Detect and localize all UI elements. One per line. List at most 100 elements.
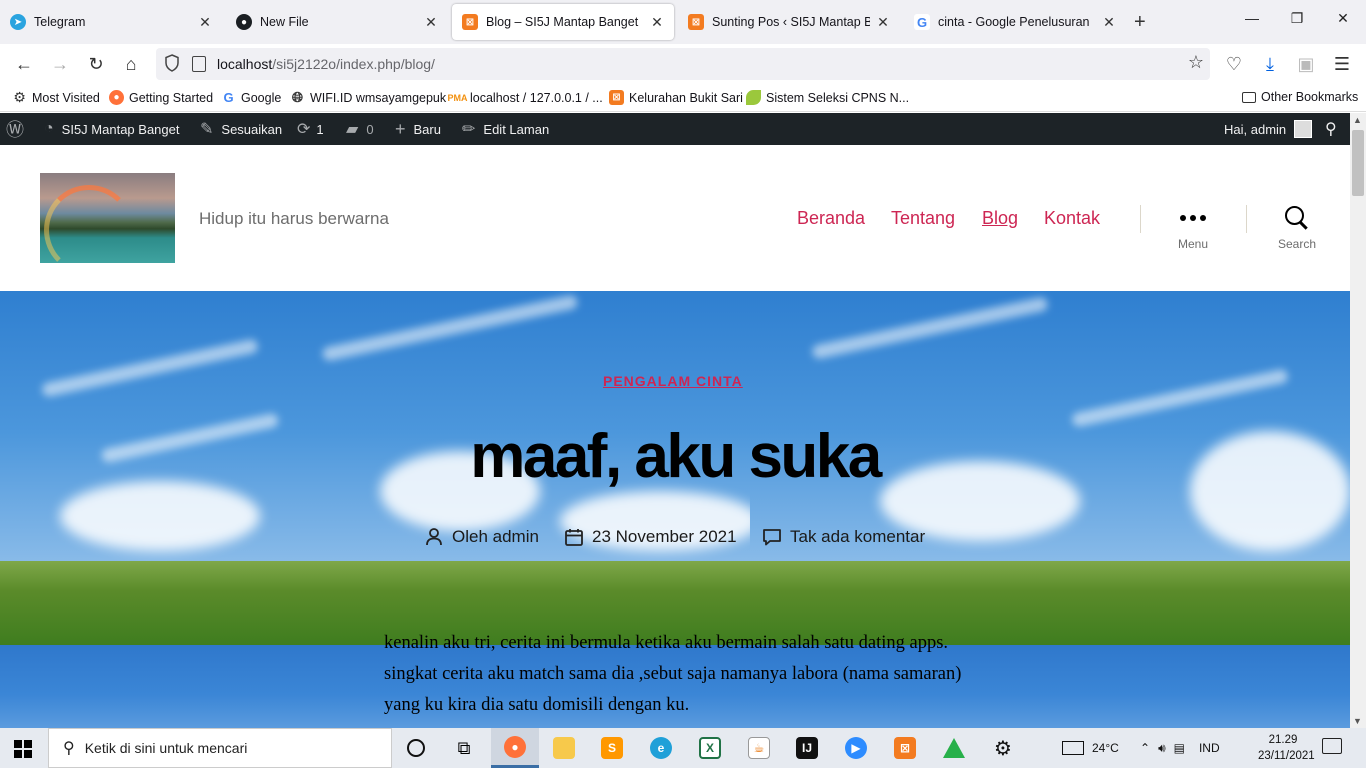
page-scrollbar[interactable]: ▲ ▼ bbox=[1350, 113, 1366, 728]
bookmark-phpmyadmin[interactable]: PMA localhost / 127.0.0.1 / ... bbox=[447, 90, 603, 105]
nav-kontak[interactable]: Kontak bbox=[1044, 208, 1100, 229]
close-icon[interactable]: ✕ bbox=[424, 14, 438, 31]
browser-tab-strip: ➤ Telegram ✕ ● New File ✕ ⊠ Blog – SI5J … bbox=[0, 0, 1366, 44]
bookmark-label: Sistem Seleksi CPNS N... bbox=[766, 90, 910, 105]
bookmark-wifi-id[interactable]: 🌐︎ WIFI.ID wmsayamgepuk bbox=[290, 89, 446, 105]
taskbar-file-explorer[interactable] bbox=[540, 728, 588, 768]
new-content-button[interactable]: + Baru bbox=[395, 113, 441, 145]
globe-icon: 🌐︎ bbox=[291, 89, 304, 105]
taskbar-clock[interactable]: 21.29 23/11/2021 bbox=[1258, 732, 1315, 764]
volume-icon[interactable]: 🔊︎ bbox=[1158, 741, 1166, 756]
taskbar-firefox[interactable]: ● bbox=[491, 728, 539, 768]
taskbar-settings[interactable]: ⚙ bbox=[979, 728, 1027, 768]
tab-blog[interactable]: ⊠ Blog – SI5J Mantap Banget ✕ bbox=[452, 4, 674, 40]
bookmark-label: Other Bookmarks bbox=[1261, 90, 1359, 104]
bookmark-kelurahan[interactable]: ⊠ Kelurahan Bukit Sari bbox=[609, 90, 743, 105]
pocket-icon[interactable]: ♡ bbox=[1222, 52, 1246, 76]
nav-blog[interactable]: Blog bbox=[982, 208, 1018, 229]
my-account-button[interactable]: Hai, admin bbox=[1224, 113, 1313, 145]
nav-beranda[interactable]: Beranda bbox=[797, 208, 865, 229]
nav-tentang[interactable]: Tentang bbox=[891, 208, 955, 229]
wordpress-logo-button[interactable]: Ⓦ bbox=[6, 113, 32, 145]
site-tagline: Hidup itu harus berwarna bbox=[199, 209, 389, 228]
edit-page-button[interactable]: ✏ Edit Laman bbox=[462, 113, 549, 145]
tab-sunting-pos[interactable]: ⊠ Sunting Pos ‹ SI5J Mantap Bang ✕ bbox=[678, 4, 900, 40]
site-logo[interactable] bbox=[40, 173, 175, 263]
post-category-link[interactable]: PENGALAM CINTA bbox=[603, 373, 743, 389]
tab-telegram[interactable]: ➤ Telegram ✕ bbox=[0, 4, 222, 40]
taskbar-xampp[interactable]: ⊠ bbox=[881, 728, 929, 768]
task-view-icon: ⧉ bbox=[457, 737, 471, 758]
search-toggle-button[interactable]: Search bbox=[1257, 203, 1337, 251]
post-author[interactable]: Oleh admin bbox=[424, 527, 539, 547]
taskbar-intellij[interactable]: IJ bbox=[783, 728, 831, 768]
close-icon[interactable]: ✕ bbox=[1102, 14, 1116, 31]
post-comments[interactable]: Tak ada komentar bbox=[762, 527, 925, 547]
spreadsheet-icon: X bbox=[699, 737, 721, 759]
triangle-app-icon bbox=[943, 738, 965, 758]
site-header: Hidup itu harus berwarna Beranda Tentang… bbox=[0, 145, 1350, 291]
url-text[interactable]: localhost/si5j2122o/index.php/blog/ bbox=[217, 56, 435, 72]
download-icon[interactable]: ⤓ bbox=[1258, 52, 1282, 76]
site-name-button[interactable]: ◔ SI5J Mantap Banget bbox=[44, 113, 179, 145]
scroll-thumb[interactable] bbox=[1352, 130, 1364, 196]
network-icon[interactable]: ▤ bbox=[1174, 741, 1185, 755]
home-button[interactable]: ⌂ bbox=[119, 52, 143, 76]
header-divider bbox=[1140, 205, 1141, 233]
url-host: localhost bbox=[217, 56, 273, 72]
taskbar-excel[interactable]: X bbox=[686, 728, 734, 768]
taskbar-sublime[interactable]: S bbox=[588, 728, 636, 768]
forward-button[interactable]: → bbox=[48, 52, 72, 76]
address-bar[interactable]: localhost/si5j2122o/index.php/blog/ ☆ bbox=[156, 48, 1210, 80]
tab-new-file[interactable]: ● New File ✕ bbox=[226, 4, 448, 40]
xampp-icon: ⊠ bbox=[894, 737, 916, 759]
reload-button[interactable]: ↻ bbox=[84, 52, 108, 76]
bookmark-star-icon[interactable]: ☆ bbox=[1188, 52, 1204, 73]
intellij-icon: IJ bbox=[796, 737, 818, 759]
task-view-button[interactable]: ⧉ bbox=[440, 728, 488, 768]
system-tray[interactable]: ⌃ 🔊︎ ▤ IND bbox=[1140, 728, 1220, 768]
close-icon[interactable]: ✕ bbox=[876, 14, 890, 31]
taskbar-app-green[interactable] bbox=[930, 728, 978, 768]
updates-button[interactable]: ⟳ 1 bbox=[297, 113, 324, 145]
phpmyadmin-icon: PMA bbox=[447, 92, 468, 103]
windows-start-button[interactable] bbox=[14, 740, 32, 758]
scroll-down-arrow-icon[interactable]: ▼ bbox=[1353, 716, 1362, 726]
customize-button[interactable]: ✎ Sesuaikan bbox=[200, 113, 282, 145]
tab-google-search[interactable]: G cinta - Google Penelusuran ✕ bbox=[904, 4, 1126, 40]
hamburger-menu-icon[interactable]: ☰ bbox=[1330, 52, 1354, 76]
minimize-button[interactable]: — bbox=[1242, 10, 1262, 26]
other-bookmarks[interactable]: Other Bookmarks bbox=[1242, 90, 1358, 104]
bookmark-google[interactable]: G Google bbox=[221, 90, 281, 105]
bookmark-getting-started[interactable]: ● Getting Started bbox=[109, 90, 213, 105]
scroll-up-arrow-icon[interactable]: ▲ bbox=[1353, 115, 1362, 125]
menu-toggle-button[interactable]: Menu bbox=[1153, 203, 1233, 251]
comments-button[interactable]: ▰ 0 bbox=[346, 113, 374, 145]
weather-widget[interactable]: 24°C bbox=[1062, 728, 1119, 768]
taskbar-search-box[interactable]: ⚲ Ketik di sini untuk mencari bbox=[48, 728, 392, 768]
new-tab-button[interactable]: + bbox=[1134, 11, 1146, 34]
bookmark-most-visited[interactable]: ⚙ Most Visited bbox=[12, 89, 100, 105]
cortana-button[interactable] bbox=[392, 728, 440, 768]
language-indicator[interactable]: IND bbox=[1199, 741, 1220, 755]
taskbar-zoom[interactable]: ▶ bbox=[832, 728, 880, 768]
close-icon[interactable]: ✕ bbox=[650, 14, 664, 31]
back-button[interactable]: ← bbox=[12, 52, 36, 76]
bookmark-cpns[interactable]: Sistem Seleksi CPNS N... bbox=[746, 90, 909, 105]
shield-icon bbox=[165, 54, 179, 72]
close-icon[interactable]: ✕ bbox=[198, 14, 212, 31]
firefox-icon: ● bbox=[109, 90, 124, 105]
taskbar-java[interactable]: ☕ bbox=[735, 728, 783, 768]
taskbar-edge[interactable]: e bbox=[637, 728, 685, 768]
java-icon: ☕ bbox=[748, 737, 770, 759]
restore-button[interactable]: ❐ bbox=[1287, 10, 1307, 27]
notification-center-icon[interactable] bbox=[1322, 738, 1342, 754]
extension-icon[interactable]: ▣ bbox=[1294, 52, 1318, 76]
new-label: Baru bbox=[413, 121, 441, 137]
greeting-label: Hai, admin bbox=[1224, 121, 1287, 137]
rainbow-image bbox=[44, 185, 134, 263]
adminbar-search-button[interactable]: ⚲ bbox=[1325, 113, 1337, 145]
close-window-button[interactable]: ✕ bbox=[1333, 10, 1353, 27]
chevron-up-icon[interactable]: ⌃ bbox=[1140, 741, 1150, 755]
post-date[interactable]: 23 November 2021 bbox=[564, 527, 737, 547]
